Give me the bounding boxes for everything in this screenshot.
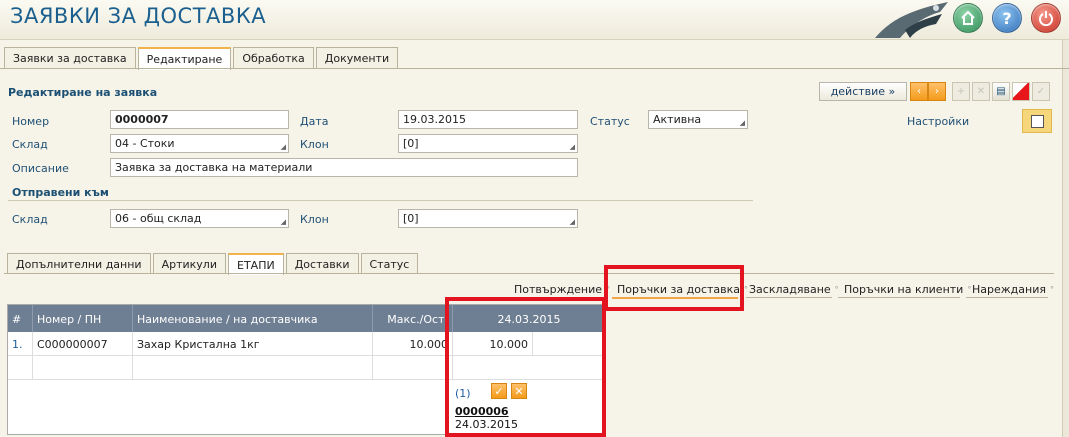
dest-warehouse-field[interactable]: 06 - общ склад ◢ (110, 209, 289, 228)
tab-edit[interactable]: Редактиране (137, 47, 232, 70)
delete-button[interactable]: ✕ (972, 82, 990, 101)
print-button[interactable]: ▤ (992, 82, 1010, 101)
number-label: Номер (12, 115, 50, 128)
stage-confirmation-label: Потвърждение (514, 282, 603, 296)
app-header: ЗАЯВКИ ЗА ДОСТАВКА ? (0, 0, 1069, 40)
help-icon: ? (1002, 8, 1012, 28)
stage-storing[interactable]: Заскладяване ° (749, 281, 839, 297)
row-max: 10.000 (373, 332, 453, 356)
action-button[interactable]: действие » (819, 82, 907, 101)
main-tabs: Заявки за доставка Редактиране Обработка… (4, 47, 400, 70)
tab-documents[interactable]: Документи (315, 47, 399, 69)
tab-deliveries[interactable]: Доставки (285, 253, 359, 274)
stage-marker-icon: ° (744, 284, 749, 294)
power-icon (1039, 11, 1053, 26)
app-title: ЗАЯВКИ ЗА ДОСТАВКА (10, 4, 267, 28)
resize-grip-icon: ◢ (280, 218, 286, 226)
stage-marker-icon: ° (1049, 284, 1054, 294)
bird-logo-icon (875, 2, 948, 38)
warehouse-value: 04 - Стоки (115, 137, 175, 150)
dest-warehouse-value: 06 - общ склад (115, 212, 202, 225)
tab-additional-data[interactable]: Допълнителни данни (7, 253, 151, 274)
empty-cell (133, 356, 373, 380)
dest-branch-field[interactable]: [0] ◢ (398, 209, 578, 228)
power-button[interactable] (1031, 3, 1061, 33)
tab-stages[interactable]: ЕТАПИ (228, 253, 284, 275)
settings-checkbox[interactable] (1030, 114, 1044, 128)
resize-grip-icon: ◢ (569, 143, 575, 151)
next-button[interactable]: › (928, 82, 946, 101)
tab-processing[interactable]: Обработка (233, 47, 314, 69)
settings-checkbox-cell (1022, 109, 1052, 133)
status-field[interactable]: Активна ◢ (648, 110, 748, 129)
branch-field[interactable]: [0] ◢ (398, 134, 578, 153)
help-button[interactable]: ? (992, 3, 1022, 33)
stage-confirmation[interactable]: Потвърждение ° (514, 281, 610, 297)
resize-grip-icon: ◢ (739, 119, 745, 127)
form-section-title: Редактиране на заявка (8, 86, 158, 99)
tab-requests[interactable]: Заявки за доставка (4, 47, 136, 69)
number-field[interactable]: 0000007 (110, 110, 289, 129)
tab-articles[interactable]: Артикули (152, 253, 226, 274)
stage-underline (966, 297, 1048, 298)
col-index[interactable]: # (8, 305, 33, 332)
home-icon (961, 10, 975, 25)
detail-tabs-divider (4, 273, 1054, 274)
resize-grip-icon: ◢ (280, 143, 286, 151)
vertical-scrollbar[interactable] (1062, 40, 1069, 437)
tabs-divider (0, 68, 1069, 69)
empty-cell (8, 356, 33, 380)
clear-button[interactable] (1012, 82, 1030, 101)
stage-underline (746, 297, 832, 298)
empty-cell (373, 356, 453, 380)
date-field[interactable]: 19.03.2015 (398, 110, 578, 129)
warehouse-field[interactable]: 04 - Стоки ◢ (110, 134, 289, 153)
description-field[interactable]: Заявка за доставка на материали (110, 158, 578, 177)
home-button[interactable] (953, 3, 983, 33)
branch-label: Клон (300, 138, 329, 151)
stage-orders-label: Нареждания (972, 282, 1046, 296)
description-label: Описание (12, 162, 69, 175)
stage-underline (838, 297, 960, 298)
row-code: C000000007 (33, 332, 133, 356)
row-index: 1. (8, 332, 33, 356)
section-divider (8, 200, 753, 201)
date-label: Дата (300, 115, 329, 128)
dest-branch-value: [0] (403, 212, 419, 225)
stage-client-orders[interactable]: Поръчки на клиенти ° (844, 281, 971, 297)
stage-orders[interactable]: Нареждания ° (972, 281, 1054, 297)
row-name: Захар Кристална 1кг (133, 332, 373, 356)
stage-marker-icon: ° (834, 284, 839, 294)
stage-storing-label: Заскладяване (749, 282, 831, 296)
resize-grip-icon: ◢ (569, 218, 575, 226)
stage-client-orders-label: Поръчки на клиенти (844, 282, 964, 296)
col-max[interactable]: Макс./Ост. (373, 305, 453, 332)
stage-marker-icon: ° (967, 284, 972, 294)
prev-button[interactable]: ‹ (910, 82, 928, 101)
branch-value: [0] (403, 137, 419, 150)
confirm-button[interactable]: ✓ (1032, 82, 1050, 101)
col-number[interactable]: Номер / ПН (33, 305, 133, 332)
sent-to-title: Отправени към (12, 186, 109, 199)
settings-label: Настройки (907, 115, 970, 128)
detail-tabs: Допълнителни данни Артикули ЕТАПИ Достав… (7, 253, 420, 275)
status-value: Активна (653, 113, 702, 126)
dest-branch-label: Клон (300, 213, 329, 226)
warehouse-label: Склад (12, 138, 48, 151)
highlight-box (604, 265, 744, 311)
add-button[interactable]: + (952, 82, 970, 101)
highlight-box (445, 297, 606, 437)
tab-status[interactable]: Статус (360, 253, 419, 274)
status-label: Статус (590, 115, 630, 128)
empty-cell (33, 356, 133, 380)
col-name[interactable]: Наименование / на доставчика (133, 305, 373, 332)
dest-warehouse-label: Склад (12, 213, 48, 226)
